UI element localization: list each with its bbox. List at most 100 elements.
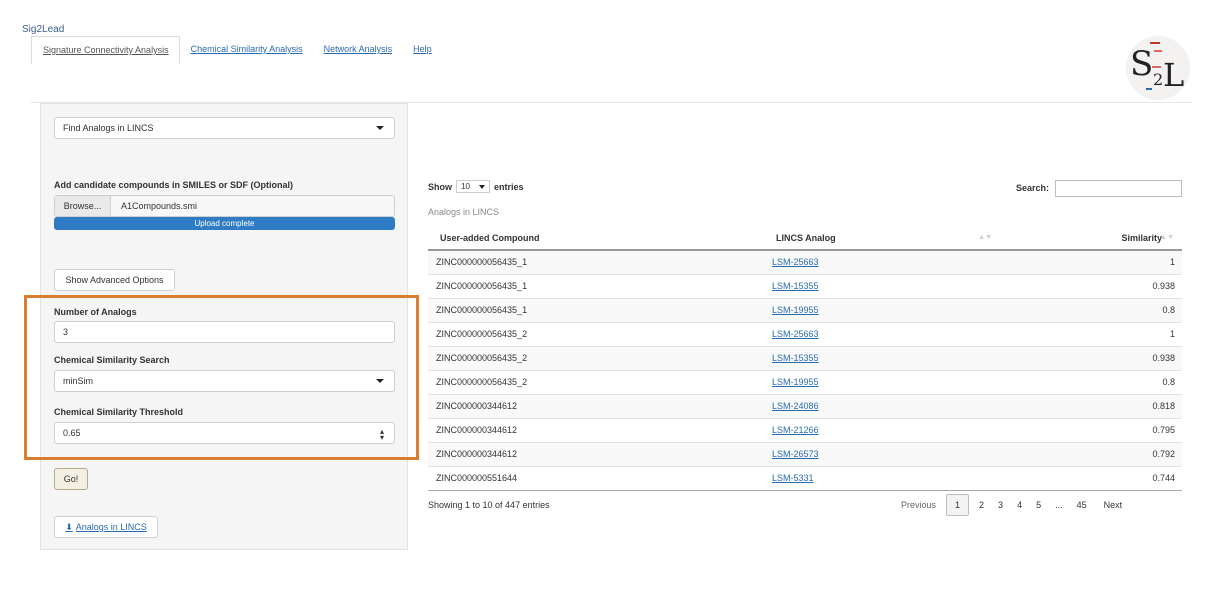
similarity-cell: 0.744 (1000, 465, 1182, 491)
tab-network-analysis[interactable]: Network Analysis (313, 36, 403, 65)
user-compound-cell: ZINC000000056435_1 (428, 249, 764, 274)
similarity-cell: 0.795 (1000, 417, 1182, 442)
similarity-cell: 0.938 (1000, 345, 1182, 370)
logo-letter-l: L (1163, 56, 1185, 94)
lincs-analog-link[interactable]: LSM-19955 (772, 305, 819, 315)
sort-icon: ▲▼ (978, 234, 992, 241)
tab-chemical-similarity[interactable]: Chemical Similarity Analysis (180, 36, 313, 65)
lincs-analog-link[interactable]: LSM-24086 (772, 401, 819, 411)
user-compound-cell: ZINC000000056435_1 (428, 297, 764, 322)
user-compound-cell: ZINC000000344612 (428, 441, 764, 466)
lincs-analog-cell: LSM-24086 (764, 393, 1000, 418)
user-compound-cell: ZINC000000056435_2 (428, 321, 764, 346)
table-row: ZINC000000056435_1 LSM-25663 1 (428, 249, 1182, 274)
user-compound-cell: ZINC000000056435_2 (428, 345, 764, 370)
download-analogs-button[interactable]: ⬇ Analogs in LINCS (54, 516, 158, 538)
pagination-page-1[interactable]: 1 (946, 494, 970, 516)
column-header-lincs-analog[interactable]: LINCS Analog ▲▼ (764, 226, 1000, 251)
similarity-cell: 0.8 (1000, 297, 1182, 322)
table-row: ZINC000000344612 LSM-21266 0.795 (428, 417, 1182, 442)
table-row: ZINC000000551644 LSM-5331 0.744 (428, 465, 1182, 491)
lincs-analog-link[interactable]: LSM-19955 (772, 377, 819, 387)
similarity-cell: 0.8 (1000, 369, 1182, 394)
s2l-logo: S 2 L (1124, 36, 1192, 100)
upload-status: Upload complete (54, 217, 395, 230)
download-analogs-label: Analogs in LINCS (75, 522, 147, 532)
similarity-cell: 0.792 (1000, 441, 1182, 466)
table-caption: Analogs in LINCS (428, 207, 500, 217)
lincs-analog-cell: LSM-5331 (764, 465, 1000, 491)
analysis-mode-value: Find Analogs in LINCS (63, 123, 154, 133)
pagination-previous[interactable]: Previous (893, 494, 946, 516)
main-tabs: Signature Connectivity Analysis Chemical… (31, 36, 442, 65)
table-row: ZINC000000344612 LSM-26573 0.792 (428, 441, 1182, 466)
browse-button[interactable]: Browse... (55, 196, 111, 216)
user-compound-cell: ZINC000000344612 (428, 417, 764, 442)
lincs-analog-link[interactable]: LSM-5331 (772, 473, 814, 483)
pagination-page-4[interactable]: 4 (1010, 494, 1029, 516)
download-icon: ⬇ (65, 521, 73, 532)
go-button[interactable]: Go! (54, 468, 88, 490)
lincs-analog-link[interactable]: LSM-15355 (772, 353, 819, 363)
lincs-analog-cell: LSM-21266 (764, 417, 1000, 442)
pagination: Previous 1 2 3 4 5 ... 45 Next (893, 494, 1129, 516)
pagination-ellipsis: ... (1055, 500, 1063, 510)
advanced-options-highlight-box (24, 295, 419, 460)
similarity-cell: 0.818 (1000, 393, 1182, 418)
lincs-analog-link[interactable]: LSM-26573 (772, 449, 819, 459)
similarity-cell: 0.938 (1000, 273, 1182, 298)
lincs-analog-cell: LSM-19955 (764, 369, 1000, 394)
pagination-page-2[interactable]: 2 (972, 494, 991, 516)
page-length-select[interactable]: 10 (456, 180, 490, 193)
chevron-down-icon (376, 126, 384, 130)
tab-signature-connectivity[interactable]: Signature Connectivity Analysis (31, 36, 180, 65)
column-header-similarity[interactable]: Similarity ▲▼ (1000, 226, 1182, 251)
lincs-analog-link[interactable]: LSM-21266 (772, 425, 819, 435)
similarity-cell: 1 (1000, 321, 1182, 346)
logo-digit-2: 2 (1153, 70, 1164, 89)
lincs-analog-cell: LSM-26573 (764, 441, 1000, 466)
logo-letter-s: S (1130, 44, 1154, 84)
table-row: ZINC000000056435_1 LSM-15355 0.938 (428, 273, 1182, 298)
lincs-analog-link[interactable]: LSM-25663 (772, 257, 819, 267)
user-compound-cell: ZINC000000056435_1 (428, 273, 764, 298)
similarity-cell: 1 (1000, 249, 1182, 274)
analogs-table: User-added Compound LINCS Analog ▲▼ Simi… (428, 226, 1182, 491)
user-compound-cell: ZINC000000056435_2 (428, 369, 764, 394)
show-label: Show (428, 181, 452, 192)
table-length-control: Show 10 entries (428, 180, 524, 193)
search-input[interactable] (1055, 180, 1182, 197)
table-row: ZINC000000056435_1 LSM-19955 0.8 (428, 297, 1182, 322)
pagination-page-45[interactable]: 45 (1070, 494, 1094, 516)
table-row: ZINC000000056435_2 LSM-25663 1 (428, 321, 1182, 346)
lincs-analog-link[interactable]: LSM-25663 (772, 329, 819, 339)
table-row: ZINC000000056435_2 LSM-19955 0.8 (428, 369, 1182, 394)
lincs-analog-cell: LSM-25663 (764, 321, 1000, 346)
lincs-analog-cell: LSM-19955 (764, 297, 1000, 322)
pagination-page-5[interactable]: 5 (1029, 494, 1048, 516)
table-row: ZINC000000344612 LSM-24086 0.818 (428, 393, 1182, 418)
pagination-page-3[interactable]: 3 (991, 494, 1010, 516)
lincs-analog-cell: LSM-25663 (764, 249, 1000, 274)
show-advanced-options-button[interactable]: Show Advanced Options (54, 269, 175, 291)
analysis-mode-select[interactable]: Find Analogs in LINCS (54, 117, 395, 139)
sort-icon: ▲▼ (1160, 234, 1174, 241)
table-info: Showing 1 to 10 of 447 entries (428, 500, 550, 510)
lincs-analog-cell: LSM-15355 (764, 345, 1000, 370)
search-label: Search: (1016, 183, 1050, 193)
chevron-down-icon (479, 185, 485, 189)
column-header-user-compound[interactable]: User-added Compound (428, 226, 764, 251)
user-compound-cell: ZINC000000551644 (428, 465, 764, 491)
user-compound-cell: ZINC000000344612 (428, 393, 764, 418)
upload-progress-bar: Upload complete (54, 217, 395, 230)
app-title: Sig2Lead (22, 24, 65, 35)
file-input[interactable]: Browse... A1Compounds.smi (54, 195, 395, 217)
lincs-analog-link[interactable]: LSM-15355 (772, 281, 819, 291)
file-name-display: A1Compounds.smi (111, 196, 394, 216)
upload-label: Add candidate compounds in SMILES or SDF… (54, 180, 294, 190)
table-row: ZINC000000056435_2 LSM-15355 0.938 (428, 345, 1182, 370)
entries-label: entries (494, 181, 524, 192)
pagination-next[interactable]: Next (1094, 494, 1130, 516)
lincs-analog-cell: LSM-15355 (764, 273, 1000, 298)
tab-help[interactable]: Help (402, 36, 442, 65)
